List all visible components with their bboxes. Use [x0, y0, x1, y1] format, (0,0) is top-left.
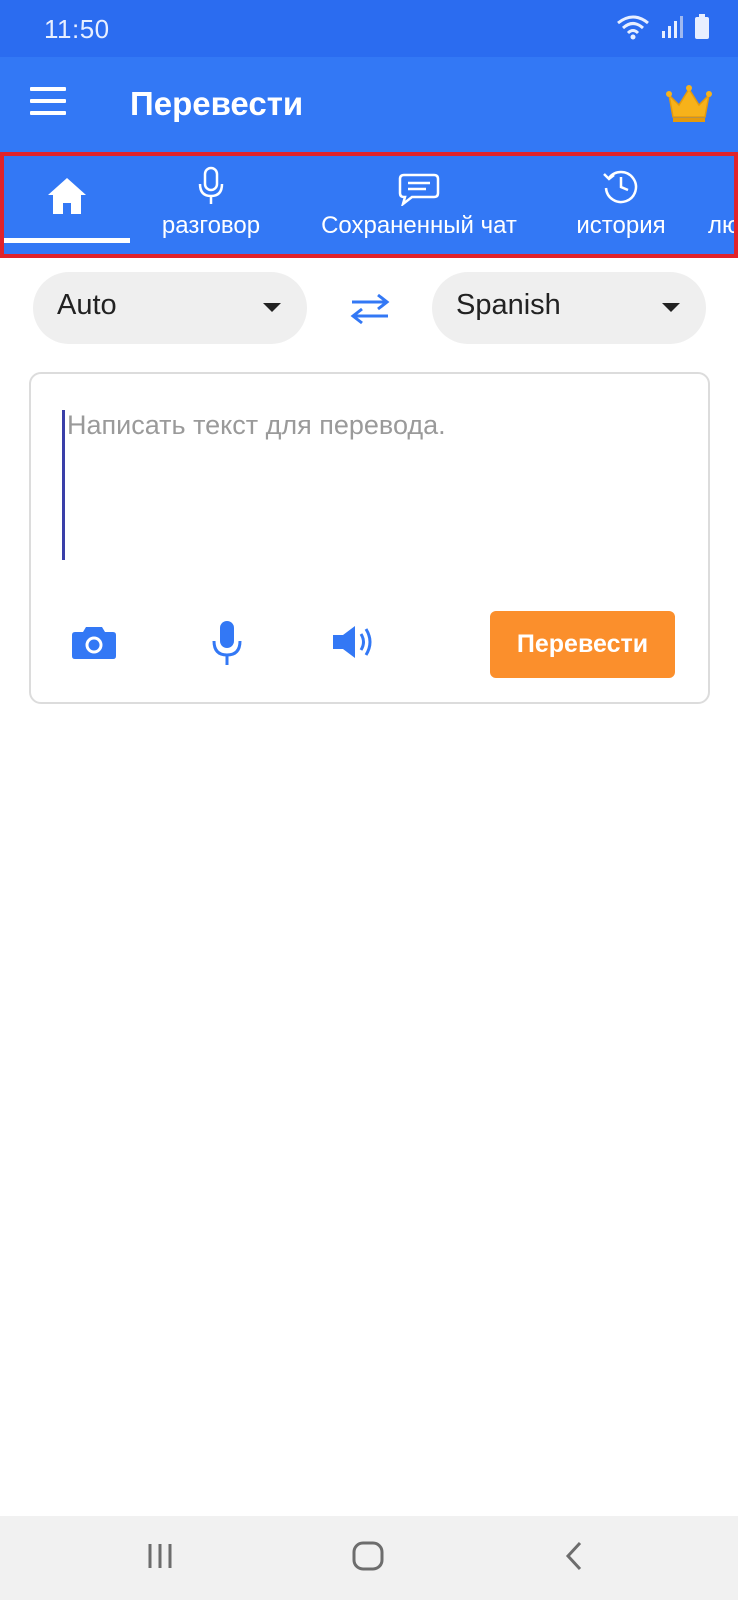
status-icons — [616, 14, 710, 40]
tab-saved-chat[interactable]: Сохраненный чат — [304, 156, 534, 254]
source-text-input[interactable] — [62, 410, 672, 560]
home-circle-icon[interactable] — [350, 1538, 386, 1579]
translation-input-card: Перевести — [29, 372, 710, 704]
tab-label-partial: лю — [708, 212, 738, 239]
swap-arrows-icon[interactable] — [348, 291, 392, 327]
hamburger-menu-icon[interactable] — [30, 87, 70, 121]
status-time: 11:50 — [44, 14, 110, 44]
crown-icon[interactable] — [666, 85, 712, 128]
camera-icon[interactable] — [71, 624, 117, 665]
tab-home[interactable] — [4, 156, 130, 254]
tab-history[interactable]: история — [566, 156, 676, 254]
home-icon — [46, 176, 88, 244]
back-icon[interactable] — [560, 1538, 588, 1579]
tab-bar: разговор Сохраненный чат история лю — [0, 152, 738, 258]
tab-label-saved-chat: Сохраненный чат — [321, 212, 517, 239]
tab-conversation[interactable]: разговор — [146, 156, 276, 254]
source-language-value: Auto — [57, 289, 117, 321]
microphone-icon — [197, 162, 225, 206]
target-language-value: Spanish — [456, 289, 561, 321]
system-nav-bar — [0, 1516, 738, 1600]
tab-label-conversation: разговор — [161, 212, 261, 239]
speaker-icon[interactable] — [331, 624, 377, 665]
tab-partial[interactable]: лю — [708, 156, 738, 254]
microphone-icon[interactable] — [211, 620, 243, 671]
target-language-select[interactable]: Spanish — [432, 272, 706, 344]
recent-apps-icon[interactable] — [144, 1538, 176, 1579]
wifi-icon — [617, 15, 649, 40]
translate-button[interactable]: Перевести — [490, 611, 675, 678]
chat-bubble-icon — [398, 162, 440, 206]
language-row: Auto Spanish — [0, 272, 738, 344]
signal-icon — [662, 16, 683, 38]
chevron-down-icon — [263, 303, 281, 312]
status-bar: 11:50 — [0, 0, 738, 57]
chevron-down-icon — [662, 303, 680, 312]
battery-icon — [695, 14, 709, 39]
app-bar: Перевести — [0, 57, 738, 152]
tab-active-indicator — [4, 238, 130, 243]
source-language-select[interactable]: Auto — [33, 272, 307, 344]
tab-label-history: история — [576, 212, 666, 239]
history-icon — [601, 162, 641, 206]
page-title: Перевести — [130, 85, 304, 122]
